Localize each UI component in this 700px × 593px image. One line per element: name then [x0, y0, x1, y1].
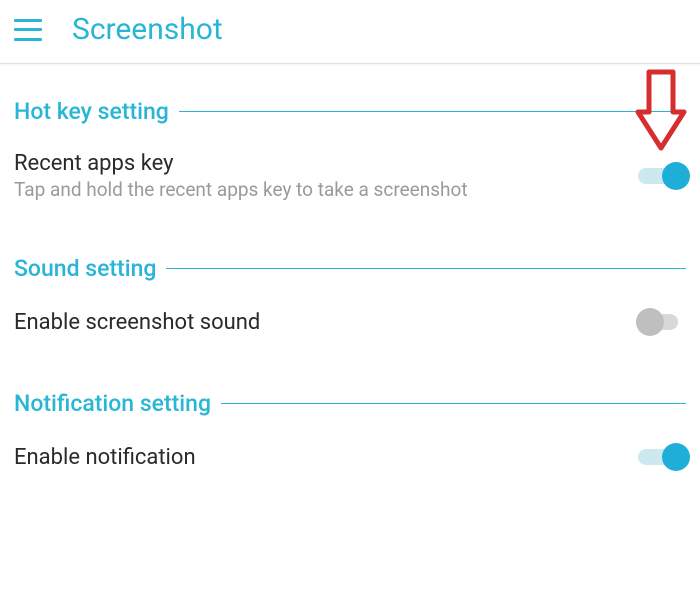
section-notification: Notification setting Enable notification [14, 390, 686, 491]
section-divider [166, 268, 686, 269]
toggle-enable-notification[interactable] [638, 443, 686, 471]
setting-text: Enable notification [14, 445, 638, 470]
toggle-recent-apps-key[interactable] [638, 162, 686, 190]
app-header: Screenshot [0, 0, 700, 64]
hamburger-icon[interactable] [14, 19, 42, 41]
section-title-hotkey: Hot key setting [14, 98, 169, 125]
toggle-enable-sound[interactable] [638, 308, 686, 336]
setting-label: Enable notification [14, 445, 638, 470]
section-divider [179, 111, 686, 112]
section-sound: Sound setting Enable screenshot sound [14, 255, 686, 356]
section-header-hotkey: Hot key setting [14, 98, 686, 125]
setting-recent-apps-key[interactable]: Recent apps key Tap and hold the recent … [14, 147, 686, 221]
section-divider [221, 403, 686, 404]
setting-text: Recent apps key Tap and hold the recent … [14, 151, 638, 201]
settings-content: Hot key setting Recent apps key Tap and … [0, 98, 700, 491]
page-title: Screenshot [72, 12, 223, 47]
setting-label: Recent apps key [14, 151, 638, 176]
setting-text: Enable screenshot sound [14, 310, 638, 335]
section-title-sound: Sound setting [14, 255, 156, 282]
setting-label: Enable screenshot sound [14, 310, 638, 335]
section-title-notification: Notification setting [14, 390, 211, 417]
setting-enable-sound[interactable]: Enable screenshot sound [14, 304, 686, 356]
setting-description: Tap and hold the recent apps key to take… [14, 178, 638, 201]
setting-enable-notification[interactable]: Enable notification [14, 439, 686, 491]
section-header-notification: Notification setting [14, 390, 686, 417]
section-header-sound: Sound setting [14, 255, 686, 282]
section-hotkey: Hot key setting Recent apps key Tap and … [14, 98, 686, 221]
